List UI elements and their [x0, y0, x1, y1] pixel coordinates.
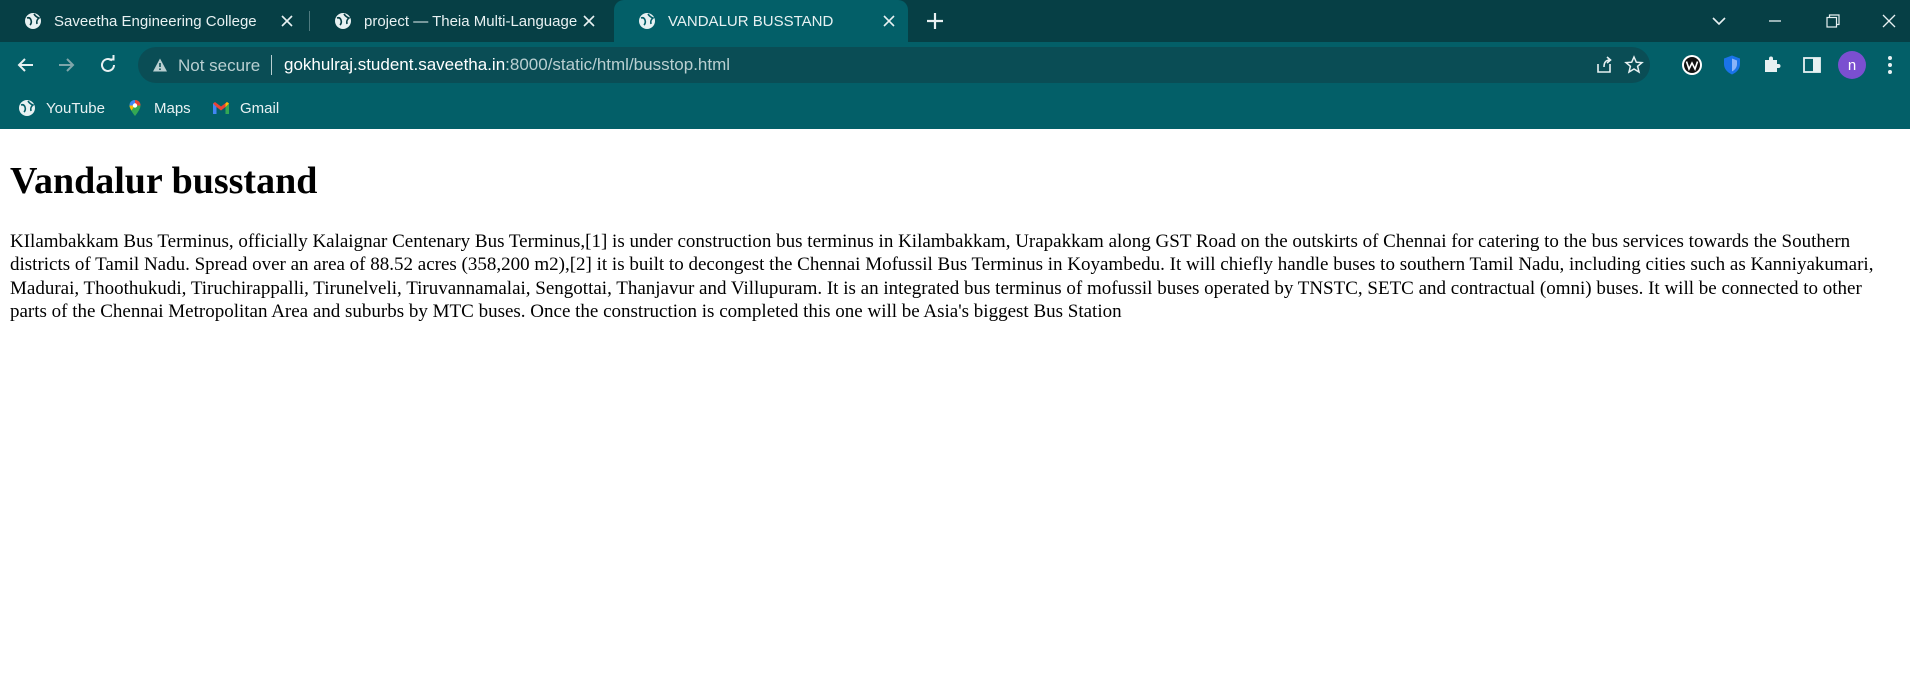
gmail-icon — [213, 102, 229, 114]
security-status[interactable]: Not secure — [178, 56, 260, 76]
new-tab-button[interactable] — [924, 10, 946, 32]
plus-icon — [927, 13, 943, 29]
browser-toolbar: Not secure gokhulraj.student.saveetha.in… — [0, 42, 1910, 88]
arrow-left-icon — [17, 58, 33, 72]
forward-button[interactable] — [54, 53, 78, 77]
restore-button[interactable] — [1820, 8, 1846, 34]
page-viewport: Vandalur busstand KIlambakkam Bus Termin… — [0, 129, 1910, 682]
reload-icon — [101, 55, 115, 72]
extension-w-button[interactable] — [1680, 53, 1704, 77]
bookmarks-bar: YouTube Maps Gmail — [0, 88, 1910, 129]
url-path: :8000/static/html/busstop.html — [505, 55, 731, 74]
tab-title: VANDALUR BUSSTAND — [668, 12, 834, 30]
bookmark-gmail[interactable]: Gmail — [212, 96, 279, 120]
w-extension-icon — [1682, 55, 1702, 75]
arrow-right-icon — [59, 58, 75, 72]
close-icon[interactable] — [580, 12, 598, 30]
tab-vandalur-busstand[interactable]: VANDALUR BUSSTAND — [614, 0, 908, 42]
tab-strip: Saveetha Engineering College project — T… — [0, 0, 1910, 42]
bookmark-label: YouTube — [46, 99, 105, 117]
shield-icon — [1724, 55, 1740, 75]
bookmark-youtube[interactable]: YouTube — [18, 96, 105, 120]
side-panel-button[interactable] — [1800, 53, 1824, 77]
page-paragraph: KIlambakkam Bus Terminus, officially Kal… — [10, 231, 1874, 322]
tab-saveetha[interactable]: Saveetha Engineering College — [0, 0, 306, 42]
side-panel-icon — [1803, 57, 1821, 73]
restore-icon — [1826, 14, 1840, 28]
maps-icon — [129, 100, 141, 116]
close-icon — [1882, 14, 1896, 28]
close-window-button[interactable] — [1876, 8, 1902, 34]
tab-theia-project[interactable]: project — Theia Multi-Language — [310, 0, 608, 42]
bookmark-label: Gmail — [240, 99, 280, 117]
tab-search-button[interactable] — [1706, 8, 1732, 34]
address-bar[interactable]: Not secure gokhulraj.student.saveetha.in… — [138, 47, 1650, 83]
extensions-button[interactable] — [1760, 53, 1784, 77]
bookmark-maps[interactable]: Maps — [126, 96, 191, 120]
share-icon[interactable] — [1594, 55, 1614, 75]
omnibox-divider — [271, 55, 272, 75]
globe-icon — [639, 13, 655, 29]
profile-avatar[interactable]: n — [1838, 51, 1866, 79]
tab-title: project — Theia Multi-Language — [364, 12, 578, 30]
extension-shield-button[interactable] — [1720, 53, 1744, 77]
star-icon[interactable] — [1624, 55, 1644, 75]
globe-icon — [335, 13, 351, 29]
url-host: gokhulraj.student.saveetha.in — [284, 55, 506, 74]
minimize-button[interactable] — [1762, 8, 1788, 34]
globe-icon — [25, 13, 41, 29]
globe-icon — [19, 100, 35, 116]
chevron-down-icon — [1712, 17, 1726, 26]
page-heading: Vandalur busstand — [10, 160, 318, 202]
puzzle-icon — [1765, 56, 1781, 72]
back-button[interactable] — [14, 53, 38, 77]
tab-title: Saveetha Engineering College — [54, 12, 257, 30]
menu-button[interactable] — [1878, 53, 1902, 77]
bookmark-label: Maps — [154, 99, 191, 117]
close-icon[interactable] — [880, 12, 898, 30]
close-icon[interactable] — [278, 12, 296, 30]
minimize-icon — [1769, 20, 1781, 22]
reload-button[interactable] — [96, 53, 120, 77]
url-text[interactable]: gokhulraj.student.saveetha.in:8000/stati… — [284, 55, 730, 75]
kebab-menu-icon — [1888, 56, 1892, 74]
warning-icon[interactable] — [152, 57, 168, 73]
